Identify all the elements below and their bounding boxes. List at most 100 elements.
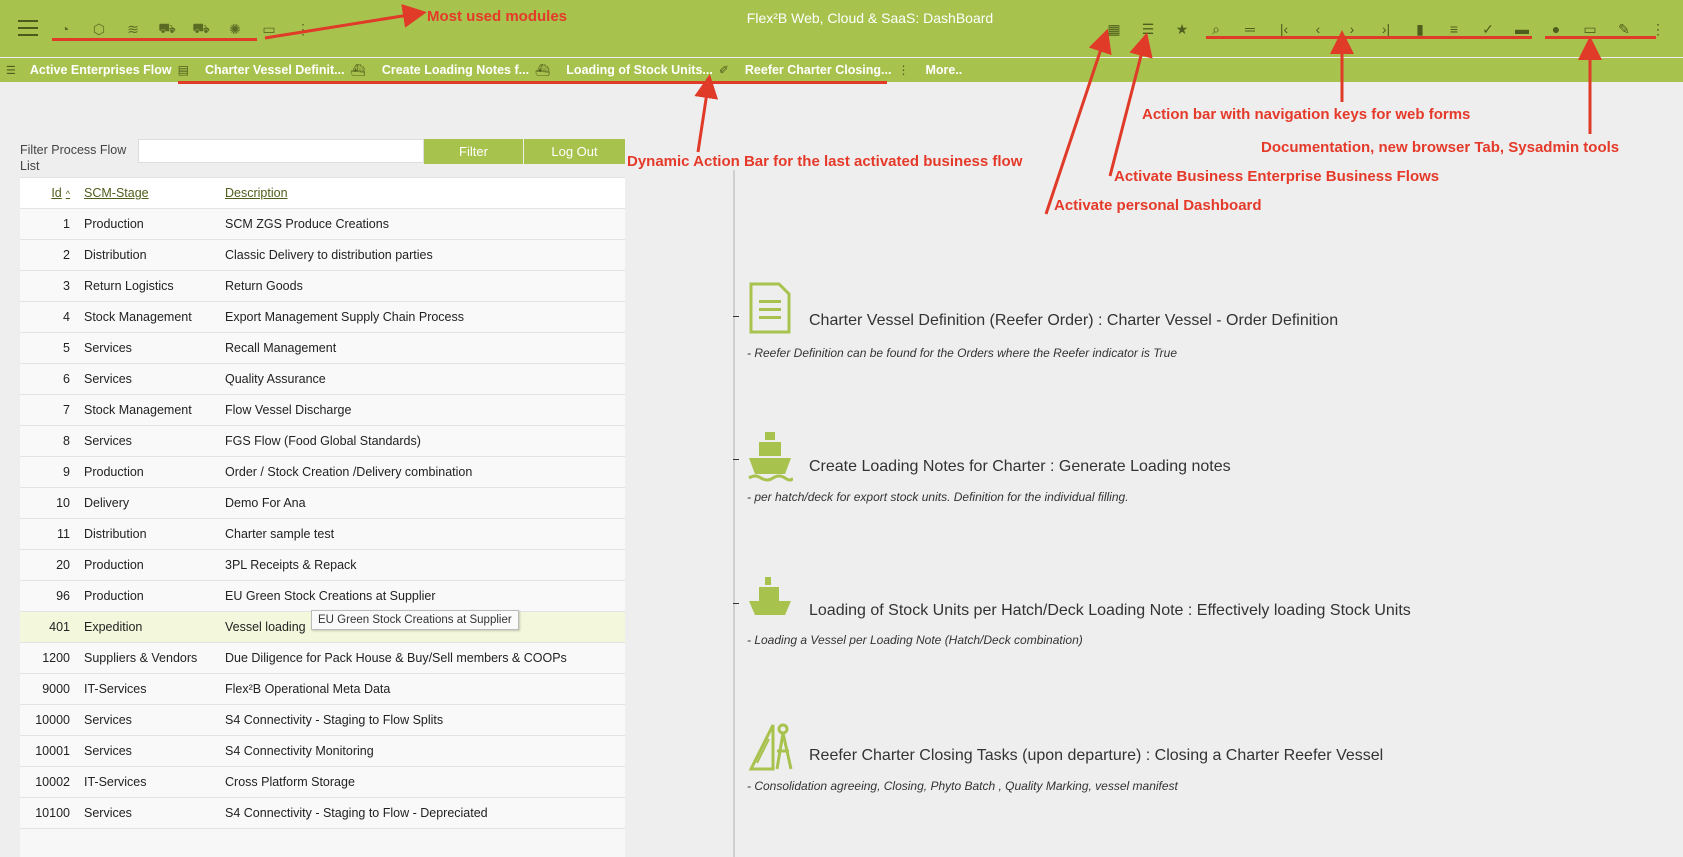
header-label: Id xyxy=(51,186,62,200)
flow-description: - Loading a Vessel per Loading Note (Hat… xyxy=(747,633,1083,647)
cell-id: 9000 xyxy=(42,682,70,696)
cell-scm-stage: Expedition xyxy=(84,620,143,634)
annotation-most-used: Most used modules xyxy=(427,8,568,25)
cell-description: Classic Delivery to distribution parties xyxy=(225,248,433,262)
flow-item-charter-vessel[interactable]: Charter Vessel Definition (Reefer Order)… xyxy=(745,282,1645,362)
annotation-underline xyxy=(178,81,887,84)
logout-button[interactable]: Log Out xyxy=(524,139,625,164)
column-header-id[interactable]: Id ^ xyxy=(20,186,78,200)
cell-id: 1 xyxy=(63,217,70,231)
cell-scm-stage: IT-Services xyxy=(84,775,147,789)
cell-id: 10 xyxy=(56,496,70,510)
ship-icon: ⛴ xyxy=(350,63,366,77)
flow-description: - Reefer Definition can be found for the… xyxy=(747,346,1177,360)
table-row[interactable]: 3 Return Logistics Return Goods xyxy=(20,271,625,302)
flow-tab-reefer-charter-closing[interactable]: Reefer Charter Closing... ⋮ xyxy=(737,63,918,77)
cell-id: 6 xyxy=(63,372,70,386)
annotation-underline xyxy=(1545,36,1656,39)
divider-tick xyxy=(733,316,739,317)
table-row[interactable]: 6 Services Quality Assurance xyxy=(20,364,625,395)
flow-item-reefer-charter-closing[interactable]: Reefer Charter Closing Tasks (upon depar… xyxy=(745,719,1645,799)
cell-scm-stage: Delivery xyxy=(84,496,130,510)
list-icon[interactable]: ☰ xyxy=(1131,18,1165,40)
filter-input[interactable] xyxy=(138,139,424,163)
more-flows-link[interactable]: More.. xyxy=(917,63,970,77)
cell-scm-stage: Production xyxy=(84,589,144,603)
tooltip: EU Green Stock Creations at Supplier xyxy=(311,610,519,630)
table-row[interactable]: 1 Production SCM ZGS Produce Creations xyxy=(20,209,625,240)
table-row[interactable]: 20 Production 3PL Receipts & Repack xyxy=(20,550,625,581)
table-row[interactable]: 10001 Services S4 Connectivity Monitoring xyxy=(20,736,625,767)
flow-tab-charter-vessel[interactable]: Charter Vessel Definit... ⛴ xyxy=(197,63,374,77)
dynamic-action-bar: ☰ Active Enterprises Flow ▤ Charter Vess… xyxy=(0,58,1683,82)
cell-description: Demo For Ana xyxy=(225,496,306,510)
table-row[interactable]: 9000 IT-Services Flex²B Operational Meta D… xyxy=(20,674,625,705)
table-row[interactable]: 1200 Suppliers & Vendors Due Diligence for… xyxy=(20,643,625,674)
flow-title[interactable]: Create Loading Notes for Charter : Gener… xyxy=(809,458,1231,476)
table-row[interactable]: 10100 Services S4 Connectivity - Staging t… xyxy=(20,798,625,829)
flow-tab-label: Loading of Stock Units... xyxy=(566,63,713,77)
cell-id: 11 xyxy=(57,527,70,541)
cell-id: 9 xyxy=(63,465,70,479)
cell-id: 20 xyxy=(56,558,70,572)
cell-description: 3PL Receipts & Repack xyxy=(225,558,357,572)
table-row[interactable]: 7 Stock Management Flow Vessel Discharge xyxy=(20,395,625,426)
cell-scm-stage: Stock Management xyxy=(84,310,192,324)
list-icon[interactable]: ☰ xyxy=(0,64,22,77)
cell-description: Charter sample test xyxy=(225,527,335,541)
flow-item-create-loading-notes[interactable]: Create Loading Notes for Charter : Gener… xyxy=(745,430,1645,510)
cell-id: 7 xyxy=(63,403,70,417)
top-bar: ◔ ⬡ ≋ ⛟ ⛟ ✺ ▭ ⋮ Flex²B Web, Cloud & SaaS… xyxy=(0,0,1683,57)
flow-tab-create-loading-notes[interactable]: Create Loading Notes f... ⛴ xyxy=(374,63,558,77)
flow-tab-label: Create Loading Notes f... xyxy=(381,63,530,77)
column-header-description[interactable]: Description xyxy=(219,186,625,200)
flow-title[interactable]: Charter Vessel Definition (Reefer Order)… xyxy=(809,312,1338,330)
table-row[interactable]: 10000 Services S4 Connectivity - Staging t… xyxy=(20,705,625,736)
table-row[interactable]: 11 Distribution Charter sample test xyxy=(20,519,625,550)
table-row[interactable]: 4 Stock Management Export Management Suppl… xyxy=(20,302,625,333)
cell-description: Recall Management xyxy=(225,341,337,355)
calendar-icon[interactable]: ▦ xyxy=(1097,18,1131,40)
flow-tab-label: Reefer Charter Closing... xyxy=(744,63,892,77)
flow-title[interactable]: Reefer Charter Closing Tasks (upon depar… xyxy=(809,747,1383,765)
drafting-tools-icon xyxy=(748,723,793,771)
star-icon[interactable]: ★ xyxy=(1165,18,1199,40)
flow-item-loading-stock-units[interactable]: Loading of Stock Units per Hatch/Deck Lo… xyxy=(745,575,1645,655)
column-header-scm-stage[interactable]: SCM-Stage xyxy=(78,186,219,200)
annotation-business-flows: Activate Business Enterprise Business Fl… xyxy=(1114,168,1440,185)
cell-scm-stage: Production xyxy=(84,558,144,572)
table-row[interactable]: 96 Production EU Green Stock Creations at … xyxy=(20,581,625,612)
cell-description: S4 Connectivity Monitoring xyxy=(225,744,374,758)
ship-loaded-icon xyxy=(749,577,791,615)
cell-id: 10100 xyxy=(35,806,70,820)
cell-scm-stage: Production xyxy=(84,217,144,231)
flow-tab-label: Active Enterprises Flow xyxy=(29,63,172,77)
cell-description: S4 Connectivity - Staging to Flow Splits xyxy=(225,713,444,727)
cell-description: S4 Connectivity - Staging to Flow - Depr… xyxy=(225,806,488,820)
more-label: More.. xyxy=(925,63,963,77)
ship-icon xyxy=(748,432,793,482)
cell-id: 4 xyxy=(63,310,70,324)
table-row[interactable]: 8 Services FGS Flow (Food Global Standards… xyxy=(20,426,625,457)
flow-title[interactable]: Loading of Stock Units per Hatch/Deck Lo… xyxy=(809,602,1411,620)
cell-id: 8 xyxy=(63,434,70,448)
table-row[interactable]: 5 Services Recall Management xyxy=(20,333,625,364)
more-vertical-icon[interactable]: ⋮ xyxy=(897,63,909,77)
cell-id: 1200 xyxy=(42,651,70,665)
panel-divider[interactable] xyxy=(733,170,735,857)
cell-description: Export Management Supply Chain Process xyxy=(225,310,465,324)
table-row[interactable]: 10 Delivery Demo For Ana xyxy=(20,488,625,519)
flow-tab-loading-stock-units[interactable]: Loading of Stock Units... ✐ xyxy=(558,63,737,77)
flow-tab-active-enterprises[interactable]: Active Enterprises Flow ▤ xyxy=(22,63,197,77)
table-row[interactable]: 10002 IT-Services Cross Platform Storage xyxy=(20,767,625,798)
sort-ascending-icon[interactable]: ^ xyxy=(66,189,70,199)
ship-loaded-icon: ⛴ xyxy=(535,63,551,77)
tools-icon: ✐ xyxy=(718,63,729,77)
cell-description: Order / Stock Creation /Delivery combina… xyxy=(225,465,473,479)
cell-scm-stage: Suppliers & Vendors xyxy=(84,651,198,665)
cell-description: FGS Flow (Food Global Standards) xyxy=(225,434,421,448)
table-row[interactable]: 2 Distribution Classic Delivery to distrib… xyxy=(20,240,625,271)
filter-button[interactable]: Filter xyxy=(424,139,523,164)
table-row[interactable]: 9 Production Order / Stock Creation /Deliv… xyxy=(20,457,625,488)
annotation-personal-dashboard: Activate personal Dashboard xyxy=(1054,197,1262,214)
